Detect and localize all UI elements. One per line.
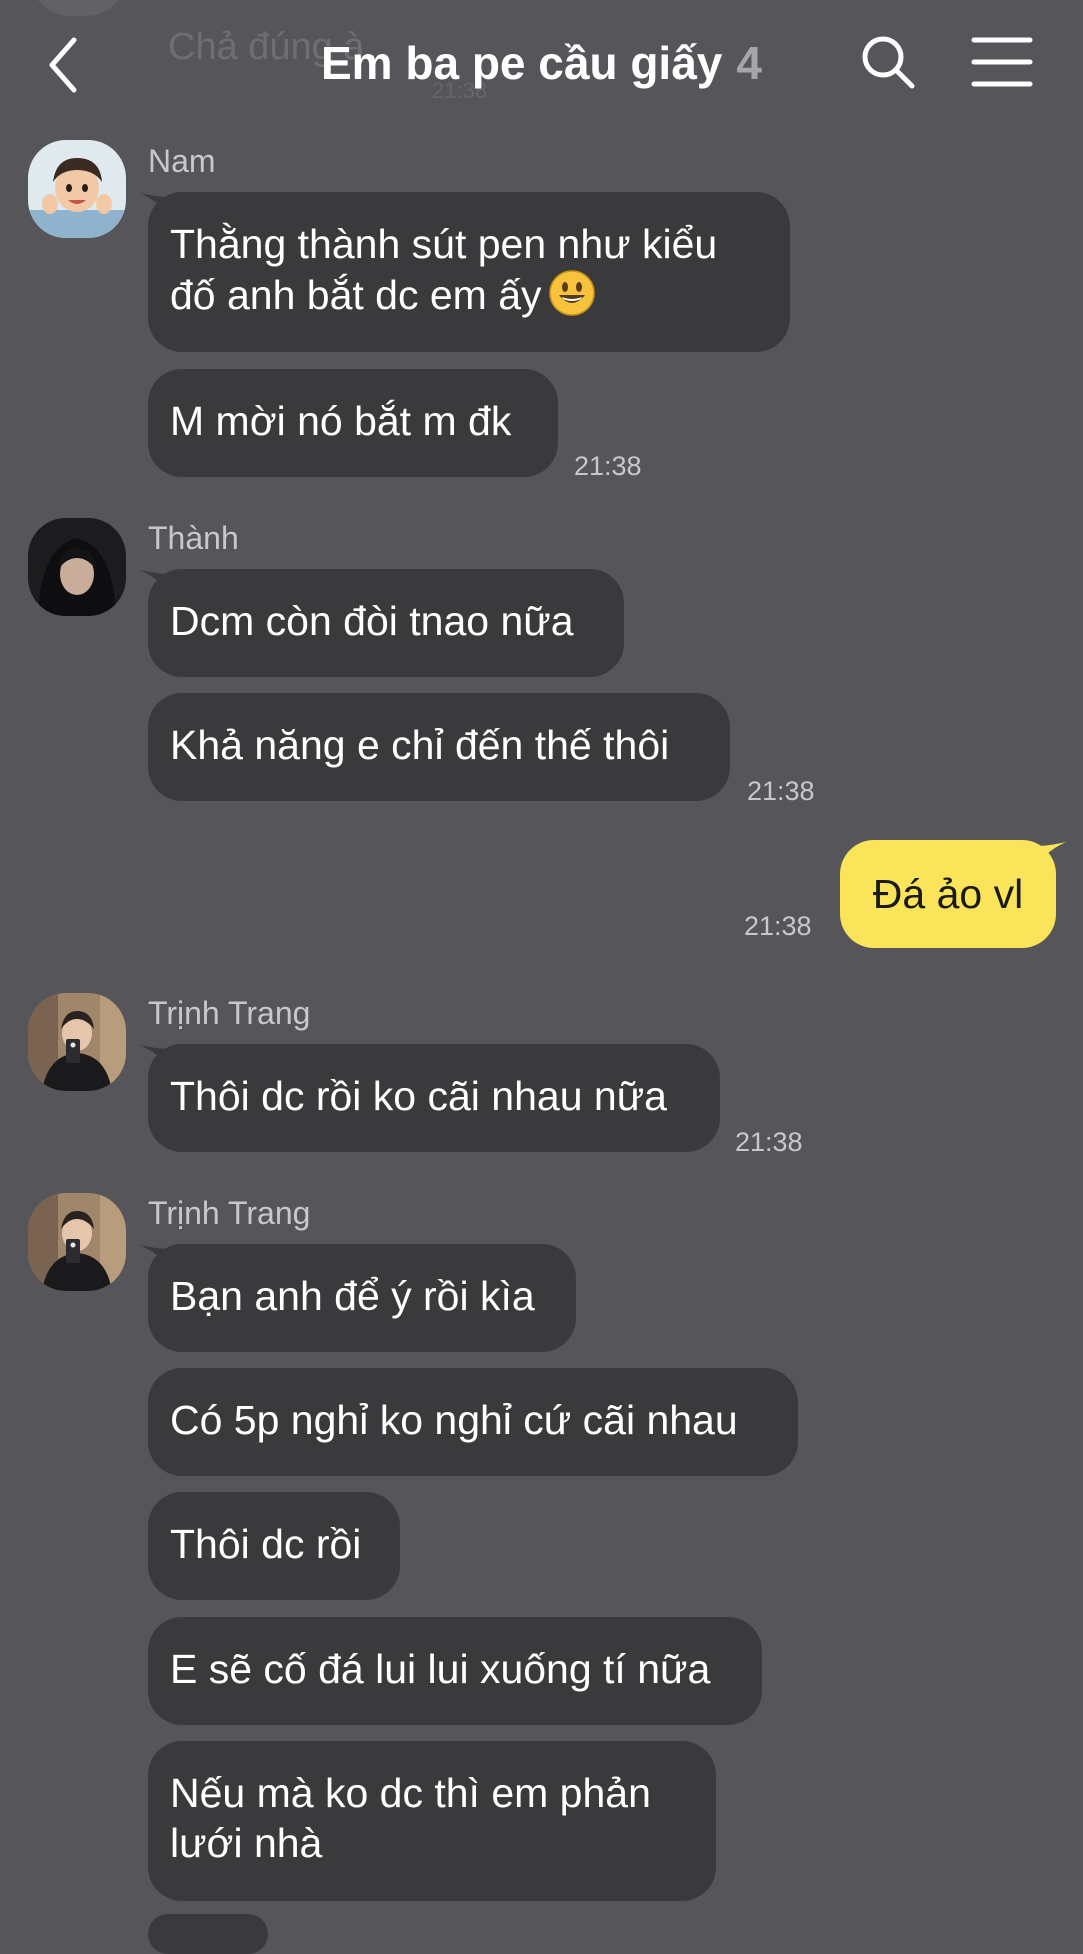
avatar-trinh-trang[interactable] [28, 993, 126, 1091]
message-text: Thằng thành sút pen như kiểu [170, 221, 718, 267]
message-text-line: đố anh bắt dc em ấy [170, 269, 768, 320]
message-bubble[interactable]: Dcm còn đòi tnao nữa [148, 569, 624, 677]
message-text: Có 5p nghỉ ko nghỉ cứ cãi nhau [170, 1397, 738, 1443]
avatar-thanh[interactable] [28, 518, 126, 616]
member-count: 4 [736, 37, 762, 89]
message-text: Đá ảo vl [872, 871, 1024, 917]
message-bubble[interactable]: Có 5p nghỉ ko nghỉ cứ cãi nhau [148, 1368, 798, 1476]
hamburger-menu-icon [971, 37, 1033, 87]
message-text: lưới nhà [170, 1820, 323, 1866]
sender-name: Nam [148, 143, 216, 179]
message-time: 21:38 [747, 776, 815, 806]
chat-header: Chả đúng à 21:38 Em ba pe cầu giấy 4 [0, 0, 1083, 130]
message-bubble[interactable]: Thằng thành sút pen như kiểu đố anh bắt … [148, 192, 790, 352]
message-text: Dcm còn đòi tnao nữa [170, 598, 574, 644]
my-message-bubble[interactable]: Đá ảo vl [840, 840, 1056, 948]
message-bubble[interactable]: E sẽ cố đá lui lui xuống tí nữa [148, 1617, 762, 1725]
message-text: Khả năng e chỉ đến thế thôi [170, 722, 670, 768]
message-bubble[interactable]: Khả năng e chỉ đến thế thôi [148, 693, 730, 801]
message-bubble[interactable]: Bạn anh để ý rồi kìa [148, 1244, 576, 1352]
message-bubble[interactable]: M mời nó bắt m đk [148, 369, 558, 477]
smiley-emoji-icon [548, 270, 595, 316]
message-text: Bạn anh để ý rồi kìa [170, 1273, 535, 1319]
message-bubble[interactable]: Nếu mà ko dc thì em phản lưới nhà [148, 1741, 716, 1901]
search-button[interactable] [856, 30, 922, 96]
scrolled-avatar [30, 0, 126, 16]
message-time: 21:38 [574, 451, 642, 481]
message-time: 21:38 [744, 911, 812, 941]
message-text: Nếu mà ko dc thì em phản [170, 1770, 651, 1816]
message-time: 21:38 [735, 1127, 803, 1157]
message-text: Thôi dc rồi ko cãi nhau nữa [170, 1073, 667, 1119]
message-text: E sẽ cố đá lui lui xuống tí nữa [170, 1646, 711, 1692]
sender-name: Trịnh Trang [148, 1195, 311, 1231]
message-bubble[interactable] [148, 1914, 268, 1954]
message-text: M mời nó bắt m đk [170, 398, 512, 444]
menu-button[interactable] [970, 34, 1034, 90]
message-bubble[interactable]: Thôi dc rồi [148, 1492, 400, 1600]
message-text: đố anh bắt dc em ấy [170, 272, 542, 318]
chat-title-text: Em ba pe cầu giấy [321, 37, 723, 89]
message-bubble[interactable]: Thôi dc rồi ko cãi nhau nữa [148, 1044, 720, 1152]
avatar-trinh-trang[interactable] [28, 1193, 126, 1291]
sender-name: Trịnh Trang [148, 995, 311, 1031]
search-icon [862, 36, 915, 89]
sender-name: Thành [148, 520, 239, 556]
message-text: Thôi dc rồi [170, 1521, 362, 1567]
avatar-nam[interactable] [28, 140, 126, 238]
